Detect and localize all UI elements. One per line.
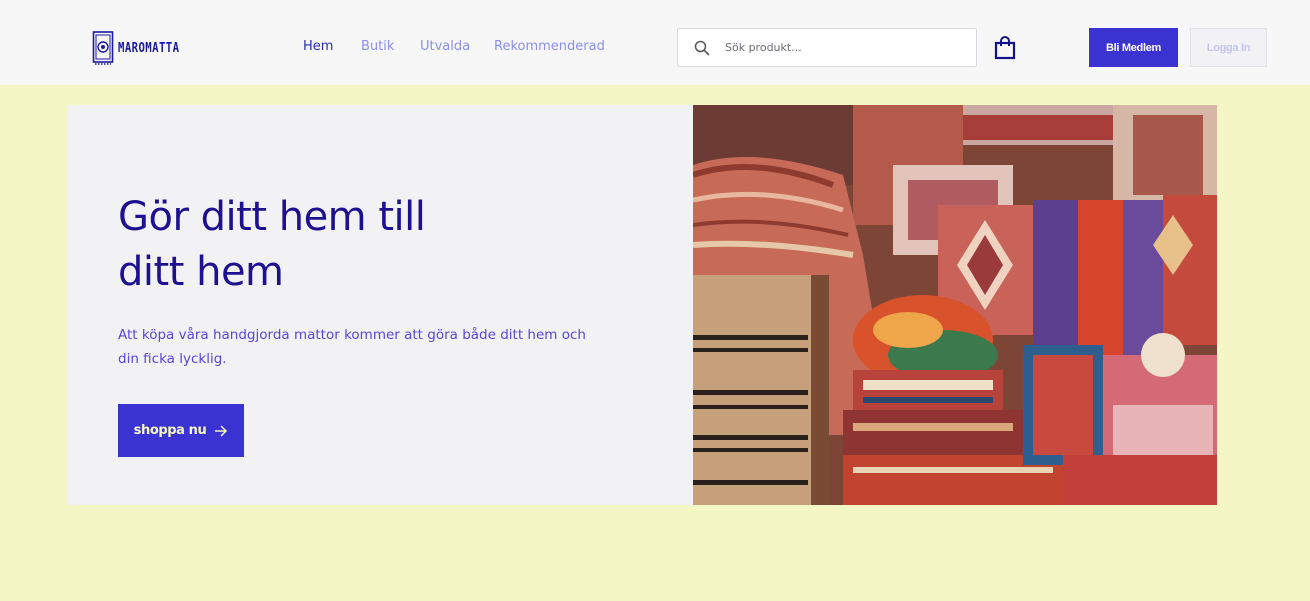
hero-subtitle: Att köpa våra handgjorda mattor kommer a… bbox=[118, 327, 586, 367]
brand-logo[interactable]: MAROMATTA bbox=[92, 31, 193, 65]
brand-name: MAROMATTA bbox=[118, 40, 180, 56]
nav-item-utvalda[interactable]: Utvalda bbox=[420, 39, 470, 54]
search-input[interactable] bbox=[725, 41, 965, 54]
arrow-right-icon bbox=[215, 424, 228, 437]
rug-logo-icon bbox=[92, 31, 114, 65]
search-icon bbox=[694, 40, 710, 55]
login-button[interactable]: Logga In bbox=[1190, 28, 1267, 67]
nav-item-rekommenderad[interactable]: Rekommenderad bbox=[494, 39, 605, 54]
site-header: MAROMATTA Hem Butik Utvalda Rekommendera… bbox=[0, 0, 1310, 85]
shop-now-label: shoppa nu bbox=[133, 423, 207, 438]
hero-title: Gör ditt hem till ditt hem bbox=[118, 190, 538, 300]
hero-title-line-1: Gör ditt hem till bbox=[118, 194, 426, 240]
hero-rugs-image bbox=[693, 105, 1217, 505]
hero-title-line-2: ditt hem bbox=[118, 249, 284, 295]
shop-now-button[interactable]: shoppa nu bbox=[118, 404, 244, 457]
shopping-bag-icon[interactable] bbox=[994, 36, 1016, 60]
search-box bbox=[677, 28, 977, 67]
become-member-button[interactable]: Bli Medlem bbox=[1089, 28, 1178, 67]
rugs-illustration bbox=[693, 105, 1217, 505]
nav-item-hem[interactable]: Hem bbox=[303, 39, 333, 54]
nav-item-butik[interactable]: Butik bbox=[361, 39, 394, 54]
